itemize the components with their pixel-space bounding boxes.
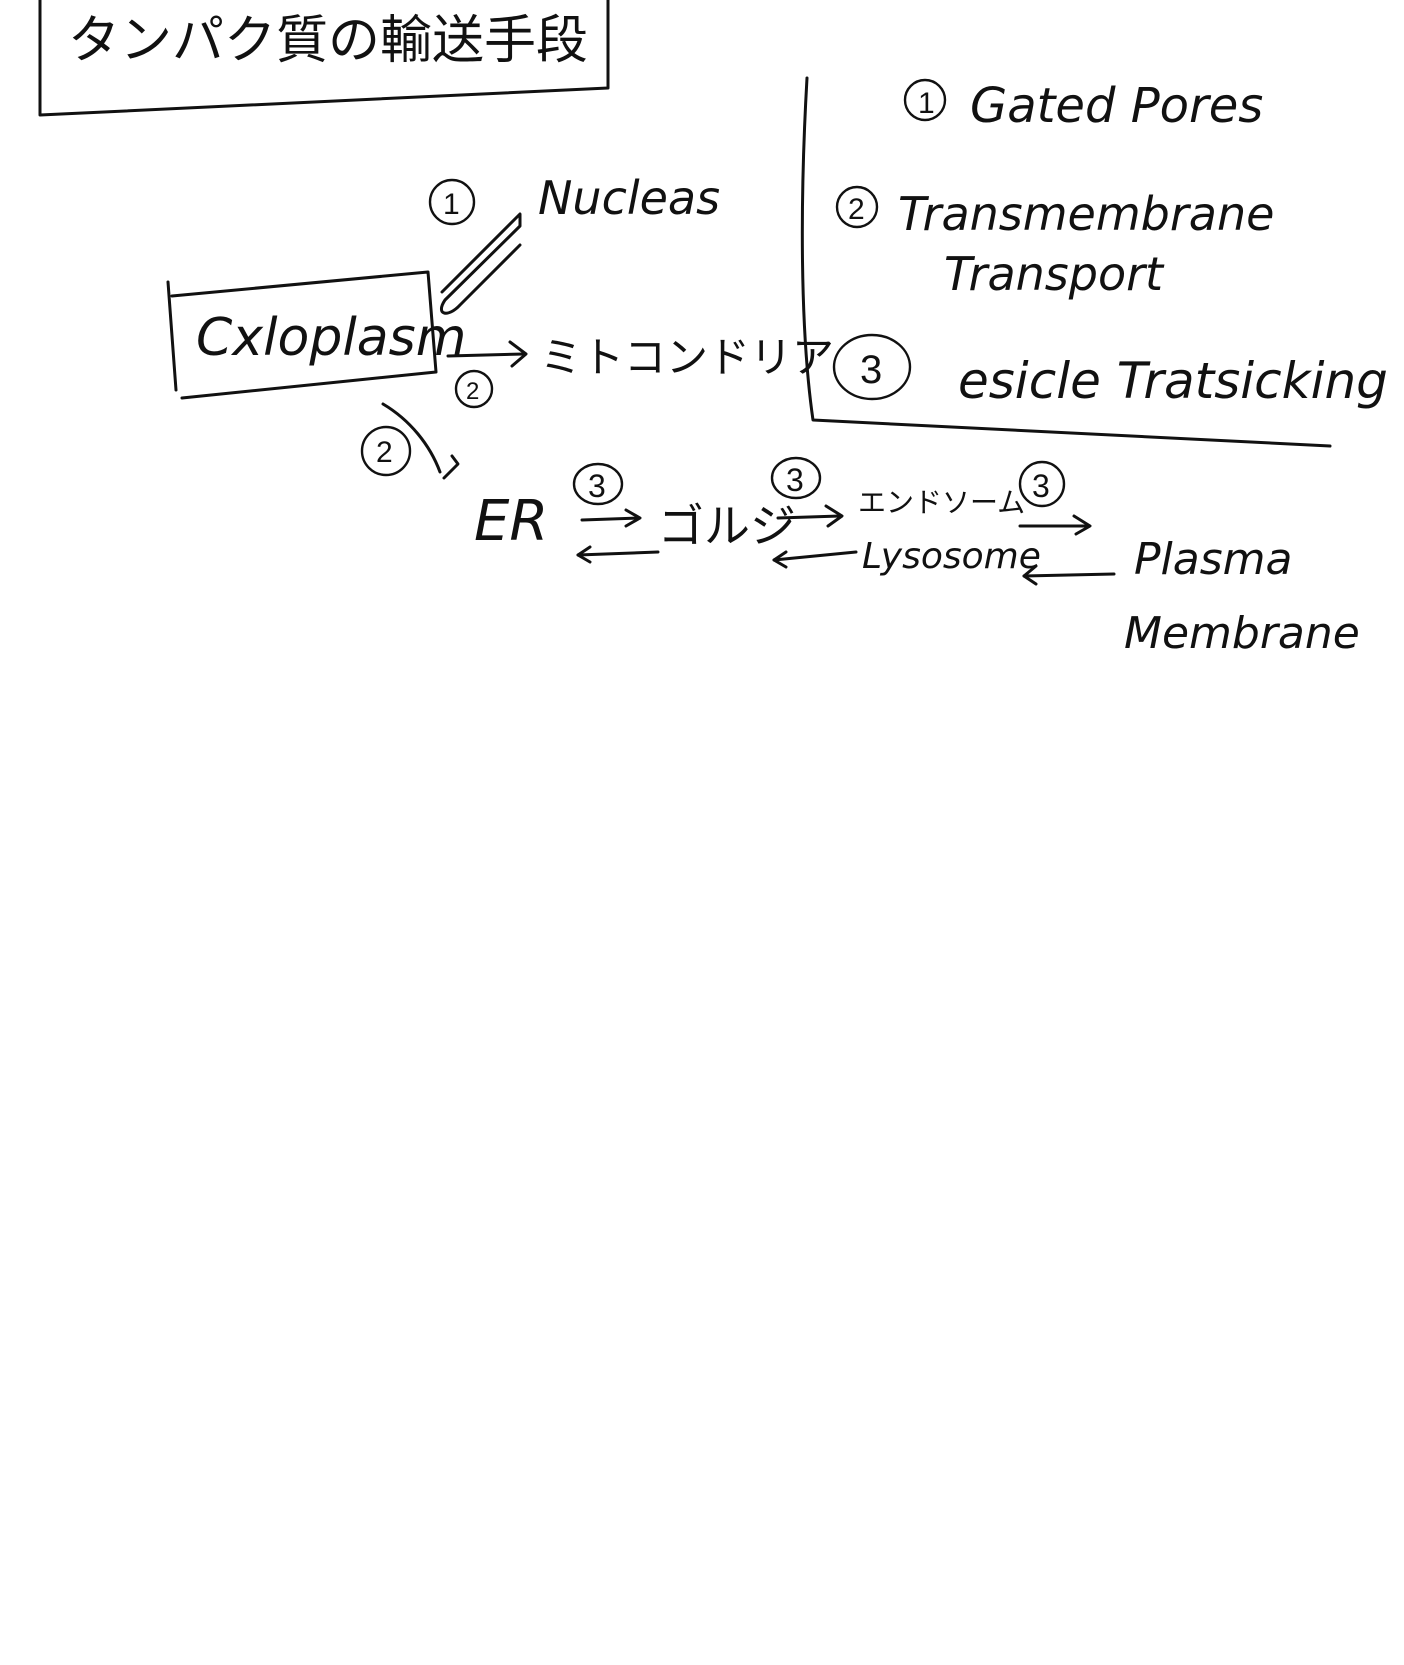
edge-label-nucleus: 1 — [443, 188, 460, 221]
edge-cytoplasm-nucleus: 1 — [428, 178, 522, 315]
node-cytoplasm: Cxloplasm — [166, 270, 466, 400]
legend-item-3: 3 esicle Tratsicking — [832, 333, 1388, 410]
edge-label-er-golgi: 3 — [588, 468, 606, 504]
legend-num-2: 2 — [848, 193, 865, 226]
legend-label-2b: Transport — [944, 247, 1165, 301]
node-label-golgi: ゴルジ — [658, 500, 796, 552]
title-box: タンパク質の輸送手段 — [38, 0, 610, 117]
node-label-membrane: Membrane — [1124, 608, 1360, 659]
node-label-endosome: エンドソーム — [858, 487, 1025, 518]
node-label-plasma: Plasma — [1134, 534, 1292, 585]
node-label-er: ER — [474, 489, 548, 554]
node-label-lysosome: Lysosome — [862, 536, 1041, 577]
legend-label-2a: Transmembrane — [898, 187, 1274, 241]
edge-er-golgi: 3 — [572, 462, 660, 564]
page-title: タンパク質の輸送手段 — [68, 12, 588, 70]
node-label-nucleus: Nucleas — [538, 171, 720, 225]
edge-label-mito: 2 — [466, 378, 479, 405]
node-label-mitochondria: ミトコンドリア — [540, 334, 834, 381]
edge-endosome-plasma: 3 — [1018, 460, 1116, 586]
legend-num-1: 1 — [918, 87, 935, 120]
legend-panel: 1 Gated Pores 2 Transmembrane Transport … — [800, 76, 1388, 448]
legend-item-1: 1 Gated Pores — [903, 78, 1263, 134]
legend-num-3: 3 — [860, 348, 882, 392]
legend-item-2: 2 Transmembrane Transport — [835, 185, 1274, 301]
node-label-cytoplasm: Cxloplasm — [196, 308, 466, 368]
edge-label-golgi-endosome: 3 — [786, 462, 804, 498]
edge-cytoplasm-er: 2 — [360, 402, 460, 480]
legend-label-3: esicle Tratsicking — [958, 352, 1388, 410]
edge-label-endosome-plasma: 3 — [1032, 468, 1050, 504]
edge-label-er: 2 — [376, 436, 393, 469]
diagram-canvas: タンパク質の輸送手段 1 Gated Pores 2 Transmembrane… — [38, 0, 1388, 659]
legend-label-1: Gated Pores — [970, 78, 1263, 134]
